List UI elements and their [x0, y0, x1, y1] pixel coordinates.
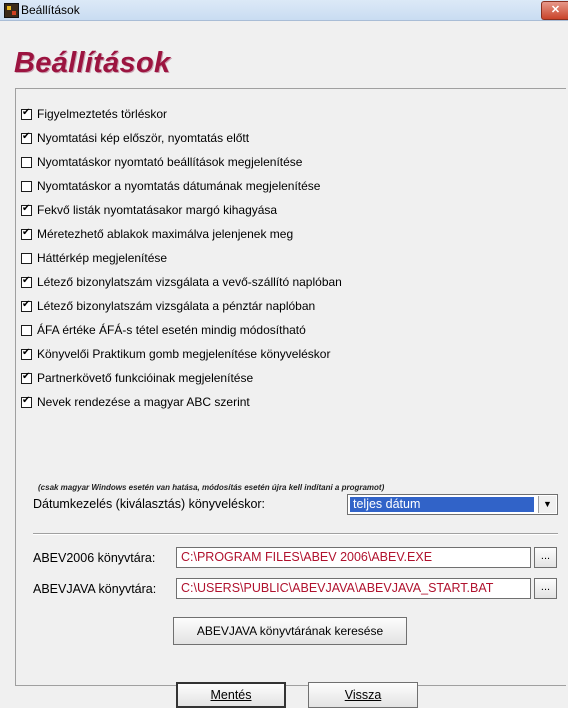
option-label: Létező bizonylatszám vizsgálata a vevő-s…	[37, 275, 342, 289]
option-row[interactable]: Nyomtatáskor nyomtató beállítások megjel…	[21, 154, 302, 170]
option-checkbox[interactable]	[21, 275, 32, 288]
date-handling-select[interactable]: teljes dátum ▼	[347, 494, 558, 515]
abevjava-browse-button[interactable]: ...	[534, 578, 557, 599]
option-row[interactable]: Háttérkép megjelenítése	[21, 250, 167, 266]
option-checkbox[interactable]	[21, 252, 32, 264]
option-checkbox[interactable]	[21, 203, 32, 216]
abc-note: (csak magyar Windows esetén van hatása, …	[38, 483, 385, 492]
option-label: Méretezhető ablakok maximálva jelenjenek…	[37, 227, 294, 241]
back-button-label: Vissza	[344, 688, 382, 702]
option-label: Könyvelői Praktikum gomb megjelenítése k…	[37, 347, 331, 361]
option-checkbox[interactable]	[21, 324, 32, 336]
abev2006-path-input[interactable]: C:\PROGRAM FILES\ABEV 2006\ABEV.EXE	[176, 547, 531, 568]
page-title: Beállítások	[14, 47, 171, 79]
option-row[interactable]: Nevek rendezése a magyar ABC szerint	[21, 394, 250, 410]
option-row[interactable]: ÁFA értéke ÁFÁ-s tétel esetén mindig mód…	[21, 322, 306, 338]
option-row[interactable]: Nyomtatáskor a nyomtatás dátumának megje…	[21, 178, 320, 194]
abev2006-label: ABEV2006 könyvtára:	[33, 551, 156, 565]
option-checkbox[interactable]	[21, 347, 32, 360]
option-row[interactable]: Nyomtatási kép először, nyomtatás előtt	[21, 130, 249, 146]
window-title: Beállítások	[21, 3, 80, 17]
chevron-down-icon[interactable]: ▼	[538, 496, 556, 513]
option-label: Nyomtatáskor a nyomtatás dátumának megje…	[37, 179, 321, 193]
option-label: Nevek rendezése a magyar ABC szerint	[37, 395, 250, 409]
separator	[33, 533, 558, 535]
title-bar: Beállítások ✕	[0, 0, 568, 21]
app-icon	[4, 3, 19, 18]
option-row[interactable]: Figyelmeztetés törléskor	[21, 106, 167, 122]
option-checkbox[interactable]	[21, 371, 32, 384]
close-button[interactable]: ✕	[541, 1, 568, 20]
option-checkbox[interactable]	[21, 180, 32, 192]
option-checkbox[interactable]	[21, 395, 32, 408]
abevjava-path-input[interactable]: C:\USERS\PUBLIC\ABEVJAVA\ABEVJAVA_START.…	[176, 578, 531, 599]
option-checkbox[interactable]	[21, 131, 32, 144]
option-row[interactable]: Könyvelői Praktikum gomb megjelenítése k…	[21, 346, 330, 362]
option-row[interactable]: Partnerkövető funkcióinak megjelenítése	[21, 370, 253, 386]
option-checkbox[interactable]	[21, 227, 32, 240]
option-row[interactable]: Létező bizonylatszám vizsgálata a pénztá…	[21, 298, 315, 314]
option-row[interactable]: Méretezhető ablakok maximálva jelenjenek…	[21, 226, 293, 242]
back-button[interactable]: Vissza	[308, 682, 418, 708]
option-row[interactable]: Fekvő listák nyomtatásakor margó kihagyá…	[21, 202, 277, 218]
date-handling-value: teljes dátum	[350, 497, 534, 512]
option-label: ÁFA értéke ÁFÁ-s tétel esetén mindig mód…	[37, 323, 306, 337]
abev2006-browse-button[interactable]: ...	[534, 547, 557, 568]
option-checkbox[interactable]	[21, 156, 32, 168]
save-button[interactable]: Mentés	[176, 682, 286, 708]
date-handling-label: Dátumkezelés (kiválasztás) könyveléskor:	[33, 497, 266, 511]
option-label: Nyomtatáskor nyomtató beállítások megjel…	[37, 155, 303, 169]
option-label: Fekvő listák nyomtatásakor margó kihagyá…	[37, 203, 278, 217]
save-button-label: Mentés	[210, 688, 252, 702]
option-checkbox[interactable]	[21, 299, 32, 312]
option-label: Háttérkép megjelenítése	[37, 251, 168, 265]
option-label: Figyelmeztetés törléskor	[37, 107, 168, 121]
option-label: Partnerkövető funkcióinak megjelenítése	[37, 371, 254, 385]
option-row[interactable]: Létező bizonylatszám vizsgálata a vevő-s…	[21, 274, 342, 290]
option-checkbox[interactable]	[21, 107, 32, 120]
option-label: Létező bizonylatszám vizsgálata a pénztá…	[37, 299, 316, 313]
option-label: Nyomtatási kép először, nyomtatás előtt	[37, 131, 250, 145]
abevjava-search-button[interactable]: ABEVJAVA könyvtárának keresése	[173, 617, 407, 645]
abevjava-label: ABEVJAVA könyvtára:	[33, 582, 157, 596]
